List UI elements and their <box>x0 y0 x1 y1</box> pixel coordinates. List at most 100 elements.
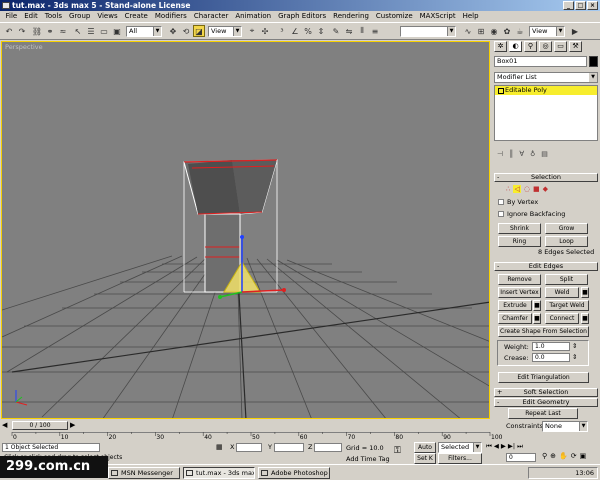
edge-icon[interactable]: ◁ <box>513 185 521 193</box>
schematic-view-icon[interactable]: ⊞ <box>475 25 487 37</box>
task-msn-messenger[interactable]: MSN Messenger <box>108 467 180 479</box>
menu-tools[interactable]: Tools <box>41 11 65 22</box>
element-icon[interactable]: ◆ <box>543 185 548 193</box>
select-move-icon[interactable]: ✥ <box>167 25 179 37</box>
z-coordinate-field[interactable] <box>314 443 342 452</box>
minimize-button[interactable]: _ <box>563 1 574 10</box>
menu-graph-editors[interactable]: Graph Editors <box>275 11 330 22</box>
remove-modifier-icon[interactable]: ♁ <box>530 150 535 158</box>
display-tab-icon[interactable]: ▭ <box>554 41 567 52</box>
connect-button[interactable]: Connect <box>545 313 579 324</box>
insert-vertex-button[interactable]: Insert Vertex <box>498 287 541 298</box>
create-shape-button[interactable]: Create Shape From Selection <box>498 326 589 337</box>
unlink-icon[interactable]: ⚭ <box>44 25 56 37</box>
selection-filter-dropdown[interactable]: All ▼ <box>126 26 162 37</box>
set-key-button[interactable]: Set K <box>414 453 436 464</box>
y-coordinate-field[interactable] <box>274 443 304 452</box>
menu-views[interactable]: Views <box>94 11 121 22</box>
make-unique-icon[interactable]: ∀ <box>519 150 524 158</box>
stack-item-editable-poly[interactable]: Editable Poly <box>495 86 597 95</box>
menu-maxscript[interactable]: MAXScript <box>416 11 459 22</box>
repeat-last-button[interactable]: Repeat Last <box>508 408 578 419</box>
extrude-button[interactable]: Extrude <box>498 300 532 311</box>
menu-edit[interactable]: Edit <box>21 11 42 22</box>
crease-spinner-arrows-icon[interactable]: ⇕ <box>572 353 577 361</box>
menu-rendering[interactable]: Rendering <box>330 11 373 22</box>
ring-button[interactable]: Ring <box>498 236 541 247</box>
x-coordinate-field[interactable] <box>236 443 262 452</box>
crease-spinner[interactable]: 0.0 <box>532 353 570 362</box>
target-weld-button[interactable]: Target Weld <box>545 300 589 311</box>
spinner-snap-icon[interactable]: ⇕ <box>315 25 327 37</box>
perspective-viewport[interactable]: Perspective <box>1 41 490 419</box>
extrude-settings-button[interactable]: ■ <box>533 300 541 311</box>
split-button[interactable]: Split <box>545 274 588 285</box>
task-photoshop[interactable]: Adobe Photoshop <box>258 467 330 479</box>
align-icon[interactable]: ⫴ <box>356 25 368 37</box>
quick-render-icon[interactable]: ☕ <box>514 25 526 37</box>
selection-rollout-header[interactable]: - Selection <box>494 173 598 182</box>
select-by-name-icon[interactable]: ☰ <box>85 25 97 37</box>
absolute-mode-icon[interactable]: ▦ <box>216 443 223 451</box>
loop-button[interactable]: Loop <box>545 236 588 247</box>
object-name-field[interactable]: Box01 <box>494 56 587 67</box>
edit-triangulation-button[interactable]: Edit Triangulation <box>498 372 589 383</box>
task-3dsmax[interactable]: tut.max - 3ds max... <box>183 467 255 479</box>
polygon-icon[interactable]: ■ <box>533 185 540 193</box>
weight-spinner[interactable]: 1.0 <box>532 342 570 351</box>
edit-edges-rollout-header[interactable]: - Edit Edges <box>494 262 598 271</box>
menu-help[interactable]: Help <box>459 11 482 22</box>
current-frame-field[interactable]: 0 <box>506 453 536 462</box>
pan-icon[interactable]: ✋ <box>559 452 568 460</box>
utilities-tab-icon[interactable]: ⚒ <box>569 41 582 52</box>
menu-create[interactable]: Create <box>121 11 151 22</box>
layer-manager-icon[interactable]: ≡ <box>369 25 381 37</box>
auto-key-button[interactable]: Auto <box>414 442 436 453</box>
grow-button[interactable]: Grow <box>545 223 588 234</box>
object-color-swatch[interactable] <box>589 56 598 67</box>
add-time-tag[interactable]: Add Time Tag <box>346 455 390 463</box>
undo-icon[interactable]: ↶ <box>3 25 15 37</box>
modify-tab-icon[interactable]: ◐ <box>509 41 522 52</box>
select-link-icon[interactable]: ⛓ <box>31 25 43 37</box>
hierarchy-tab-icon[interactable]: ⚲ <box>524 41 537 52</box>
remove-button[interactable]: Remove <box>498 274 541 285</box>
menu-modifiers[interactable]: Modifiers <box>151 11 190 22</box>
menu-group[interactable]: Group <box>66 11 94 22</box>
motion-tab-icon[interactable]: ◎ <box>539 41 552 52</box>
go-to-start-icon[interactable]: ⏮ <box>486 442 492 451</box>
pivot-center-icon[interactable]: ⌖ <box>246 25 258 37</box>
window-crossing-icon[interactable]: ▣ <box>111 25 123 37</box>
select-region-icon[interactable]: ▭ <box>98 25 110 37</box>
maximize-viewport-icon[interactable]: ▣ <box>580 452 587 460</box>
select-manipulate-icon[interactable]: ✣ <box>259 25 271 37</box>
named-selection-dropdown[interactable]: ▼ <box>400 26 456 37</box>
menu-animation[interactable]: Animation <box>232 11 275 22</box>
material-editor-icon[interactable]: ◉ <box>488 25 500 37</box>
zoom-icon[interactable]: ⚲ <box>542 452 547 460</box>
shrink-button[interactable]: Shrink <box>498 223 541 234</box>
weld-button[interactable]: Weld <box>545 287 579 298</box>
mirror-icon[interactable]: ⇋ <box>343 25 355 37</box>
soft-selection-rollout-header[interactable]: + Soft Selection <box>494 388 598 397</box>
weld-settings-button[interactable]: ■ <box>581 287 589 298</box>
play-icon[interactable]: ▶ <box>501 442 506 451</box>
viewport-label[interactable]: Perspective <box>5 43 43 51</box>
next-frame-icon[interactable]: ▶| <box>508 442 515 451</box>
menu-file[interactable]: File <box>2 11 21 22</box>
bind-space-warp-icon[interactable]: ≈ <box>57 25 69 37</box>
angle-snap-icon[interactable]: ∠ <box>289 25 301 37</box>
curve-editor-icon[interactable]: ∿ <box>462 25 474 37</box>
border-icon[interactable]: ◌ <box>524 185 530 193</box>
previous-frame-icon[interactable]: ◀ <box>494 442 499 451</box>
configure-modifier-sets-icon[interactable]: ▤ <box>541 150 548 158</box>
maximize-button[interactable]: □ <box>575 1 586 10</box>
ignore-backfacing-checkbox[interactable] <box>498 211 504 217</box>
percent-snap-icon[interactable]: % <box>302 25 314 37</box>
select-object-icon[interactable]: ↖ <box>72 25 84 37</box>
arc-rotate-icon[interactable]: ⟳ <box>571 452 577 460</box>
vertex-icon[interactable]: ∴ <box>506 185 510 193</box>
chamfer-button[interactable]: Chamfer <box>498 313 532 324</box>
snaps-toggle-icon[interactable]: ³ <box>276 25 288 37</box>
key-filters-button[interactable]: Filters... <box>438 453 482 464</box>
